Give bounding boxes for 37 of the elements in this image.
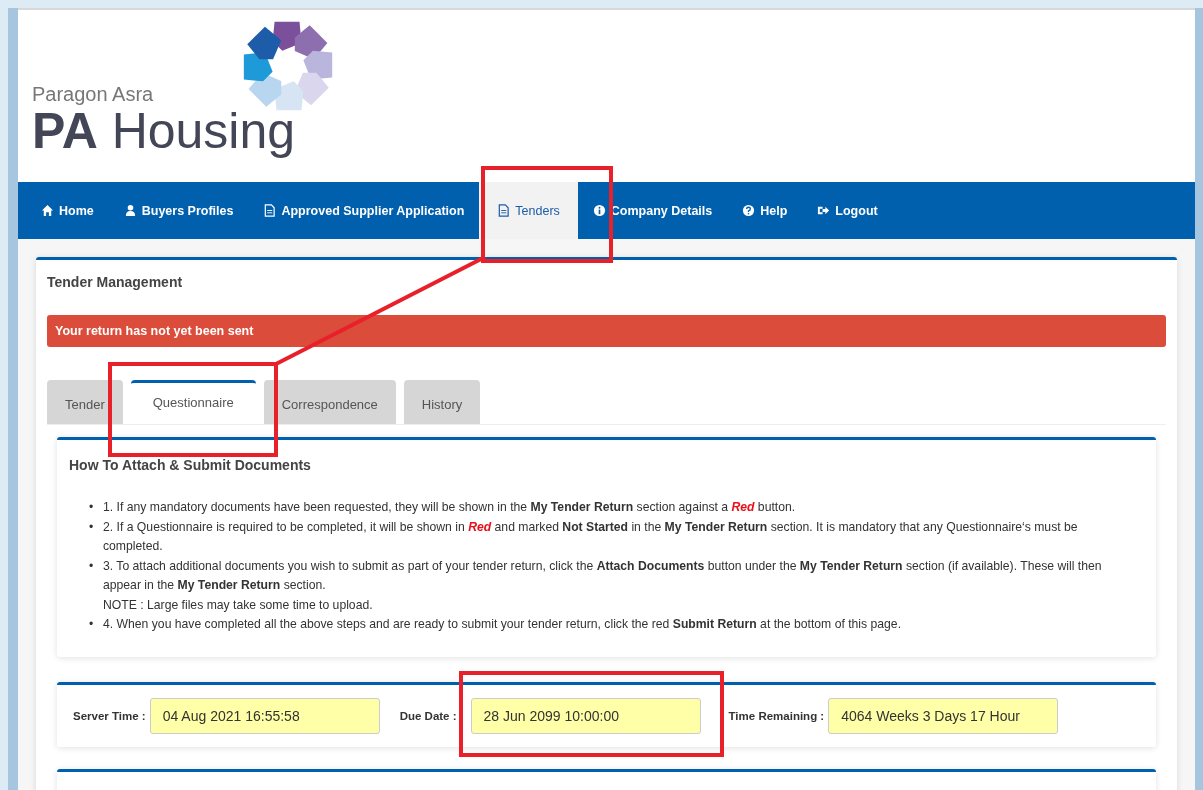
tab[interactable]: Correspondence: [263, 380, 396, 424]
note-text: NOTE : Large files may take some time to upload.: [103, 596, 374, 614]
field-label: Time Remaining :: [728, 709, 825, 722]
tab[interactable]: History: [403, 380, 481, 424]
alert-banner: Your return has not yet been sent: [47, 315, 1166, 347]
bullet: •: [89, 499, 94, 516]
instructions-title: How To Attach & Submit Documents: [68, 456, 312, 473]
nav-item[interactable]: Home: [26, 182, 109, 239]
brand-name: PA Housing: [32, 106, 297, 156]
nav-item[interactable]: Approved Supplier Application: [248, 182, 480, 239]
logout-icon: [817, 204, 831, 217]
bullet: •: [89, 557, 94, 575]
input-field[interactable]: 04 Aug 2021 16:55:58: [149, 697, 380, 734]
document-icon: [263, 204, 277, 217]
document-icon: [497, 204, 511, 217]
home-icon: [41, 204, 54, 217]
panel-title: Tender Management: [47, 274, 184, 290]
tab[interactable]: Tender: [47, 380, 123, 424]
input-field[interactable]: 4064 Weeks 3 Days 17 Hour: [828, 697, 1059, 734]
nav-item[interactable]: Logout: [802, 182, 893, 239]
help-icon: [742, 204, 756, 217]
instruction-text: 4. When you have completed all the above steps and are ready to submit your tender return, click the red Submit Return at the bottom of this page.: [103, 616, 903, 633]
bullet: •: [89, 616, 94, 633]
field-label: Server Time :: [73, 709, 146, 722]
instruction-text: 3. To attach additional documents you wish to submit as part of your tender return, click the Attach Documents button under the My Tender Return section (if available). These will then appear in the My Tender Return section.: [103, 557, 1103, 594]
user-icon: [123, 204, 137, 217]
input-field[interactable]: 28 Jun 2099 10:00:00: [470, 697, 701, 734]
bullet: •: [89, 518, 94, 536]
instruction-text: 2. If a Questionnaire is required to be completed, it will be shown in Red and marked Not Started in the My Tender Return section. It is mandatory that any Questionnaire‘s must be completed.: [103, 518, 1079, 555]
nav-item[interactable]: Help: [727, 182, 803, 239]
nav-item[interactable]: Tenders: [479, 182, 578, 239]
nav-item[interactable]: Company Details: [577, 182, 728, 239]
nav-item[interactable]: Buyers Profiles: [108, 182, 249, 239]
instruction-text: 1. If any mandatory documents have been requested, they will be shown in the My Tender Return section against a Red button.: [103, 499, 797, 516]
info-icon: [592, 204, 606, 217]
brand-tagline: Paragon Asra: [32, 83, 155, 106]
field-label: Due Date :: [399, 709, 457, 722]
